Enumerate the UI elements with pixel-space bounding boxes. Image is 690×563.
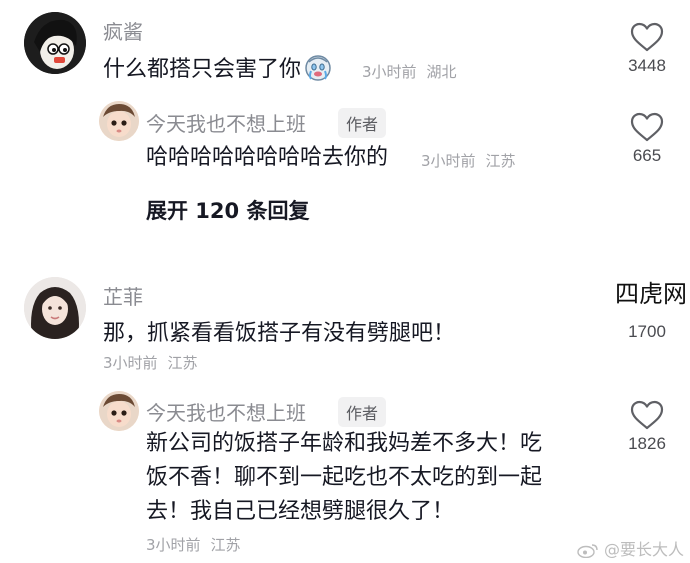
like-button[interactable]: 665 [615, 112, 679, 166]
comment-text[interactable]: 那，抓紧看看饭搭子有没有劈腿吧！ [103, 314, 455, 354]
comment-time: 3小时前 [103, 354, 158, 372]
like-button[interactable]: 3448 [615, 22, 679, 76]
weibo-watermark: @要长大人 [577, 536, 684, 560]
like-count: 1826 [628, 434, 666, 453]
comment-location: 湖北 [426, 63, 457, 81]
weibo-handle: @要长大人 [603, 540, 684, 559]
reply-location: 江苏 [210, 536, 241, 554]
avatar[interactable] [99, 391, 139, 431]
portrait-avatar-icon [24, 277, 86, 339]
comment-location: 江苏 [167, 354, 198, 372]
comment-username[interactable]: 疯酱 [103, 16, 143, 45]
crying-face-icon [305, 55, 331, 81]
reply-username[interactable]: 今天我也不想上班 [146, 397, 306, 426]
avatar[interactable] [99, 101, 139, 141]
reply-meta: 3小时前 江苏 [421, 150, 516, 171]
avatar[interactable] [24, 12, 86, 74]
comment-meta: 3小时前 江苏 [103, 352, 198, 373]
comment-meta: 3小时前 湖北 [362, 61, 457, 82]
site-watermark: 四虎网 [612, 272, 690, 311]
weibo-logo-icon [577, 544, 598, 559]
comment-text[interactable]: 什么都搭只会害了你 [103, 50, 333, 90]
reply-meta: 3小时前 江苏 [146, 534, 241, 555]
heart-outline-icon [630, 112, 664, 142]
cartoon-avatar-icon [24, 12, 86, 74]
heart-outline-icon [630, 22, 664, 52]
like-count: 1700 [628, 322, 666, 341]
like-count: 665 [632, 146, 662, 165]
expand-replies-button[interactable]: 展开 120 条回复 [146, 195, 309, 225]
author-badge: 作者 [338, 108, 387, 138]
baby-avatar-icon [99, 101, 139, 141]
comment-text-content: 什么都搭只会害了你 [103, 57, 302, 82]
avatar[interactable] [24, 277, 86, 339]
baby-avatar-icon [99, 391, 139, 431]
like-count: 3448 [628, 56, 666, 75]
reply-time: 3小时前 [146, 536, 201, 554]
comment-time: 3小时前 [362, 63, 417, 81]
heart-outline-icon [630, 400, 664, 430]
reply-text[interactable]: 哈哈哈哈哈哈哈哈去你的 [146, 138, 388, 178]
reply-time: 3小时前 [421, 152, 476, 170]
reply-username[interactable]: 今天我也不想上班 [146, 108, 306, 137]
author-badge: 作者 [338, 397, 387, 427]
reply-text-line: 去！我自己已经想劈腿很久了！ [146, 499, 455, 524]
like-button[interactable]: 1826 [615, 400, 679, 454]
reply-location: 江苏 [485, 152, 516, 170]
comment-username[interactable]: 芷菲 [103, 281, 143, 310]
